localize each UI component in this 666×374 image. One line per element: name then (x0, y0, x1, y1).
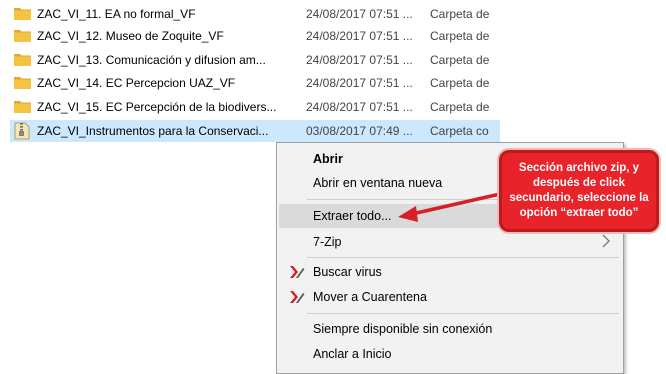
chevron-right-icon (602, 234, 610, 248)
file-name: ZAC_VI_14. EC Percepcion UAZ_VF (37, 76, 236, 90)
menu-item-label: Buscar virus (313, 265, 382, 279)
file-type: Carpeta de (430, 100, 490, 114)
menu-item-move-quarantine[interactable]: Mover a Cuarentena (279, 285, 619, 309)
file-date: 03/08/2017 07:49 ... (306, 124, 413, 138)
file-row-selected[interactable]: ZAC_VI_Instrumentos para la Conservaci..… (10, 120, 500, 142)
file-row[interactable]: ZAC_VI_11. EA no formal_VF 24/08/2017 07… (10, 3, 500, 25)
menu-item-scan-virus[interactable]: Buscar virus (279, 260, 619, 284)
file-type: Carpeta de (430, 29, 490, 43)
folder-icon (14, 77, 31, 89)
file-type: Carpeta de (430, 7, 490, 21)
file-row[interactable]: ZAC_VI_15. EC Percepción de la biodivers… (10, 96, 500, 118)
zip-folder-icon (14, 122, 30, 140)
menu-item-label: Abrir en ventana nueva (313, 176, 443, 190)
folder-icon (14, 8, 31, 20)
file-date: 24/08/2017 07:51 ... (306, 76, 413, 90)
menu-item-7zip[interactable]: 7-Zip (279, 230, 619, 254)
file-name: ZAC_VI_12. Museo de Zoquite_VF (37, 29, 224, 43)
menu-item-label: Extraer todo... (313, 209, 392, 223)
file-date: 24/08/2017 07:51 ... (306, 29, 413, 43)
folder-icon (14, 54, 31, 66)
menu-separator (307, 313, 619, 314)
menu-item-label: Abrir (313, 152, 343, 166)
folder-icon (14, 30, 31, 42)
file-date: 24/08/2017 07:51 ... (306, 53, 413, 67)
kaspersky-icon (290, 266, 305, 278)
file-name: ZAC_VI_11. EA no formal_VF (37, 7, 196, 21)
menu-item-label: 7-Zip (313, 235, 342, 249)
file-row[interactable]: ZAC_VI_13. Comunicación y difusion am...… (10, 49, 500, 71)
file-name: ZAC_VI_13. Comunicación y difusion am... (37, 53, 266, 67)
menu-item-label: Mover a Cuarentena (313, 290, 427, 304)
file-type: Carpeta co (430, 124, 489, 138)
folder-icon (14, 101, 31, 113)
file-date: 24/08/2017 07:51 ... (306, 7, 413, 21)
menu-item-label: Siempre disponible sin conexión (313, 322, 493, 336)
kaspersky-icon (290, 291, 305, 303)
file-row[interactable]: ZAC_VI_14. EC Percepcion UAZ_VF 24/08/20… (10, 72, 500, 94)
annotation-callout: Sección archivo zip, y después de click … (499, 150, 659, 232)
callout-text: Sección archivo zip, y después de click … (509, 162, 649, 219)
file-type: Carpeta de (430, 76, 490, 90)
file-type: Carpeta de (430, 53, 490, 67)
file-name: ZAC_VI_Instrumentos para la Conservaci..… (37, 124, 269, 138)
menu-item-pin-start[interactable]: Anclar a Inicio (279, 342, 619, 366)
file-name: ZAC_VI_15. EC Percepción de la biodivers… (37, 100, 277, 114)
menu-item-label: Anclar a Inicio (313, 347, 392, 361)
menu-item-always-offline[interactable]: Siempre disponible sin conexión (279, 317, 619, 341)
file-row[interactable]: ZAC_VI_12. Museo de Zoquite_VF 24/08/201… (10, 25, 500, 47)
menu-separator (307, 257, 619, 258)
file-date: 24/08/2017 07:51 ... (306, 100, 413, 114)
